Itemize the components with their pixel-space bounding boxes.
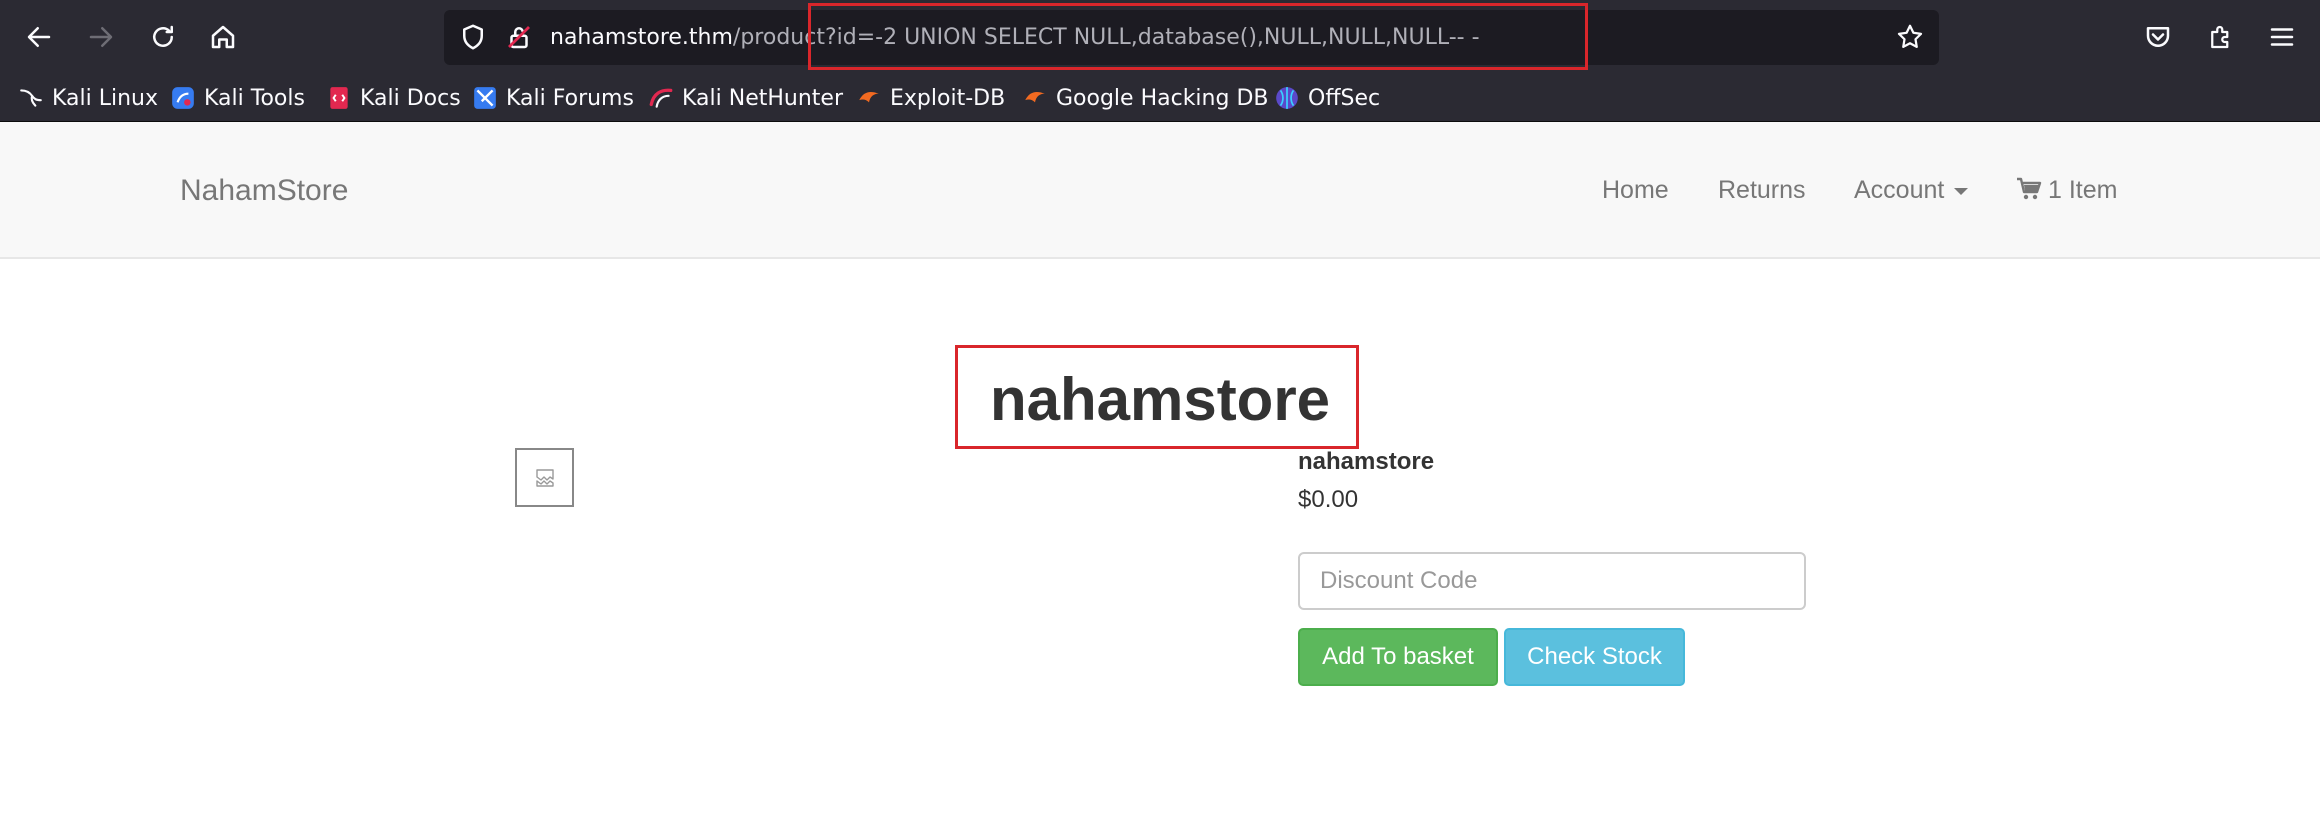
forward-arrow-icon: [89, 27, 113, 47]
bookmark-kali-forums[interactable]: Kali Forums: [472, 74, 634, 122]
site-brand[interactable]: NahamStore: [180, 122, 348, 259]
back-button[interactable]: [14, 12, 64, 62]
bookmark-kali-linux[interactable]: Kali Linux: [18, 74, 158, 122]
exploit-db-icon: [859, 91, 879, 103]
kali-docs-icon: [330, 87, 348, 109]
bookmark-label: Kali Forums: [506, 85, 634, 111]
kali-tools-icon: [172, 87, 194, 109]
nethunter-icon: [649, 88, 673, 108]
url-text[interactable]: nahamstore.thm/product?id=-2 UNION SELEC…: [550, 10, 1480, 65]
bookmark-google-hacking-db[interactable]: Google Hacking DB: [1022, 74, 1268, 122]
puzzle-piece-icon: [2211, 25, 2229, 49]
check-stock-button[interactable]: Check Stock: [1504, 628, 1685, 686]
nav-account-label: Account: [1854, 176, 1945, 204]
extensions-button[interactable]: [2196, 12, 2246, 62]
nav-cart-label: 1 Item: [2048, 176, 2118, 204]
url-host: nahamstore.thm: [550, 25, 733, 50]
bookmarks-toolbar: Kali Linux Kali Tools Kali Docs Kali For…: [0, 74, 2320, 122]
discount-code-input[interactable]: [1298, 552, 1806, 610]
bookmark-label: OffSec: [1308, 85, 1381, 111]
home-icon: [211, 25, 235, 49]
shopping-cart-icon: [2017, 177, 2042, 200]
nav-returns-link[interactable]: Returns: [1718, 122, 1806, 259]
kali-forums-icon: [474, 87, 496, 109]
tracking-shield-icon[interactable]: [458, 22, 488, 52]
bookmark-offsec[interactable]: OffSec: [1274, 74, 1380, 122]
kali-dragon-icon: [20, 89, 42, 107]
hamburger-menu-icon: [2270, 28, 2294, 46]
bookmark-kali-nethunter[interactable]: Kali NetHunter: [648, 74, 843, 122]
broken-image-icon: [535, 468, 554, 487]
bookmark-kali-tools[interactable]: Kali Tools: [170, 74, 305, 122]
address-bar[interactable]: nahamstore.thm/product?id=-2 UNION SELEC…: [444, 10, 1939, 65]
home-button[interactable]: [198, 12, 248, 62]
url-path: /product?id=-2 UNION SELECT NULL,databas…: [732, 25, 1480, 50]
bookmark-label: Exploit-DB: [890, 85, 1006, 111]
insecure-lock-icon[interactable]: [504, 22, 534, 52]
back-arrow-icon: [27, 27, 51, 47]
product-name: nahamstore: [1298, 448, 1435, 475]
product-heading: nahamstore: [989, 366, 1331, 433]
bookmark-label: Google Hacking DB: [1056, 85, 1269, 111]
caret-down-icon: [1954, 187, 1969, 195]
bookmark-label: Kali Tools: [204, 85, 305, 111]
reload-button[interactable]: [138, 12, 188, 62]
nav-cart-link[interactable]: 1 Item: [2016, 122, 2117, 259]
forward-button[interactable]: [76, 12, 126, 62]
bookmark-label: Kali Linux: [52, 85, 159, 111]
browser-toolbar: nahamstore.thm/product?id=-2 UNION SELEC…: [0, 0, 2320, 74]
bookmark-label: Kali Docs: [360, 85, 461, 111]
site-navbar: NahamStore Home Returns Account 1 Item: [0, 122, 2320, 259]
offsec-icon: [1276, 87, 1298, 109]
product-image: [515, 448, 574, 507]
pocket-button[interactable]: [2133, 12, 2183, 62]
pocket-icon: [2146, 27, 2170, 47]
bookmark-label: Kali NetHunter: [682, 85, 843, 111]
add-to-basket-button[interactable]: Add To basket: [1298, 628, 1498, 686]
bookmark-exploit-db[interactable]: Exploit-DB: [856, 74, 1005, 122]
nav-account-dropdown[interactable]: Account: [1854, 122, 1969, 259]
product-price: $0.00: [1298, 486, 1359, 513]
nav-home-link[interactable]: Home: [1602, 122, 1669, 259]
reload-icon: [153, 25, 173, 47]
ghdb-icon: [1025, 91, 1045, 103]
bookmark-kali-docs[interactable]: Kali Docs: [326, 74, 461, 122]
bookmark-star-icon[interactable]: [1895, 22, 1925, 52]
app-menu-button[interactable]: [2257, 12, 2307, 62]
